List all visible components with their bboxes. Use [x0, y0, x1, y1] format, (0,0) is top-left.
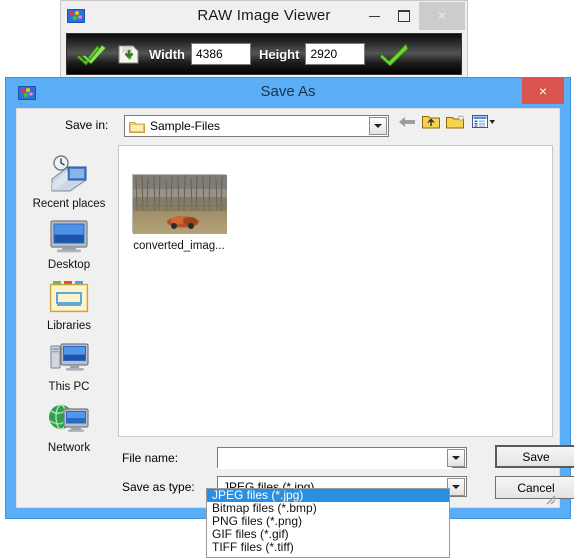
- save-in-value: Sample-Files: [150, 119, 221, 133]
- save-as-type-label: Save as type:: [122, 480, 195, 494]
- save-as-dialog: Save As × Save in: Sample-Files Recent p…: [6, 78, 574, 518]
- width-input[interactable]: [190, 43, 251, 65]
- sidebar-item-label: Desktop: [47, 259, 91, 271]
- folder-icon: [129, 120, 145, 133]
- cancel-button[interactable]: Cancel: [495, 476, 574, 499]
- libraries-icon: [48, 279, 90, 318]
- height-input[interactable]: [305, 43, 366, 65]
- sidebar-item-label: Libraries: [46, 320, 92, 332]
- resize-grip-icon[interactable]: [543, 492, 556, 505]
- save-in-combobox[interactable]: Sample-Files: [124, 115, 389, 137]
- sidebar-item-recent-places[interactable]: Recent places: [24, 153, 114, 210]
- raw-viewer-titlebar: RAW Image Viewer ✕: [61, 1, 467, 33]
- desktop-icon: [48, 218, 90, 257]
- raw-viewer-window-buttons: ✕: [359, 2, 465, 30]
- recent-places-icon: [46, 153, 92, 196]
- save-to-disk-icon[interactable]: [117, 42, 141, 66]
- width-label: Width: [149, 46, 185, 62]
- close-icon[interactable]: ✕: [419, 2, 465, 30]
- views-icon[interactable]: [472, 114, 496, 133]
- sidebar-item-this-pc[interactable]: This PC: [24, 340, 114, 393]
- close-icon[interactable]: ×: [522, 78, 564, 104]
- minimize-icon[interactable]: [359, 2, 389, 30]
- save-as-title: Save As: [260, 83, 316, 100]
- sidebar-item-label: Recent places: [32, 198, 106, 210]
- file-name-field-label: File name:: [122, 451, 179, 465]
- sidebar-item-libraries[interactable]: Libraries: [24, 279, 114, 332]
- network-icon: [47, 401, 91, 440]
- save-button[interactable]: Save: [495, 445, 574, 468]
- new-folder-icon[interactable]: [446, 114, 466, 133]
- dropdown-option[interactable]: TIFF files (*.tiff): [207, 541, 449, 554]
- list-item[interactable]: converted_imag...: [129, 174, 229, 252]
- raw-viewer-toolbar: Width Height: [66, 33, 462, 75]
- this-pc-icon: [47, 340, 91, 379]
- chevron-down-icon[interactable]: [447, 449, 465, 467]
- back-arrow-icon[interactable]: [398, 114, 416, 133]
- raw-image-viewer-window: RAW Image Viewer ✕ Width Height: [60, 0, 468, 80]
- maximize-icon[interactable]: [389, 2, 419, 30]
- places-sidebar: Recent places Desktop Libraries This PC …: [21, 145, 117, 454]
- forest-field-photo-thumbnail: [132, 174, 227, 234]
- file-name-input[interactable]: [217, 447, 467, 469]
- save-as-type-dropdown-list[interactable]: JPEG files (*.jpg) Bitmap files (*.bmp) …: [206, 488, 450, 558]
- sidebar-item-label: This PC: [48, 381, 90, 393]
- navigation-icons: [398, 114, 496, 133]
- file-name-label: converted_imag...: [133, 240, 225, 252]
- file-list-panel[interactable]: converted_imag...: [118, 145, 553, 437]
- green-double-check-icon[interactable]: [77, 42, 107, 66]
- file-name-text[interactable]: [218, 448, 452, 469]
- save-as-body: Save in: Sample-Files Recent places Desk…: [16, 108, 574, 508]
- chevron-down-icon[interactable]: [369, 117, 387, 135]
- sidebar-item-desktop[interactable]: Desktop: [24, 218, 114, 271]
- save-in-label: Save in:: [65, 118, 109, 132]
- up-one-level-icon[interactable]: [422, 114, 440, 133]
- save-in-row: Save in: Sample-Files: [17, 109, 559, 143]
- green-check-icon[interactable]: [379, 42, 410, 66]
- save-as-titlebar: Save As ×: [6, 78, 570, 108]
- height-label: Height: [258, 46, 300, 62]
